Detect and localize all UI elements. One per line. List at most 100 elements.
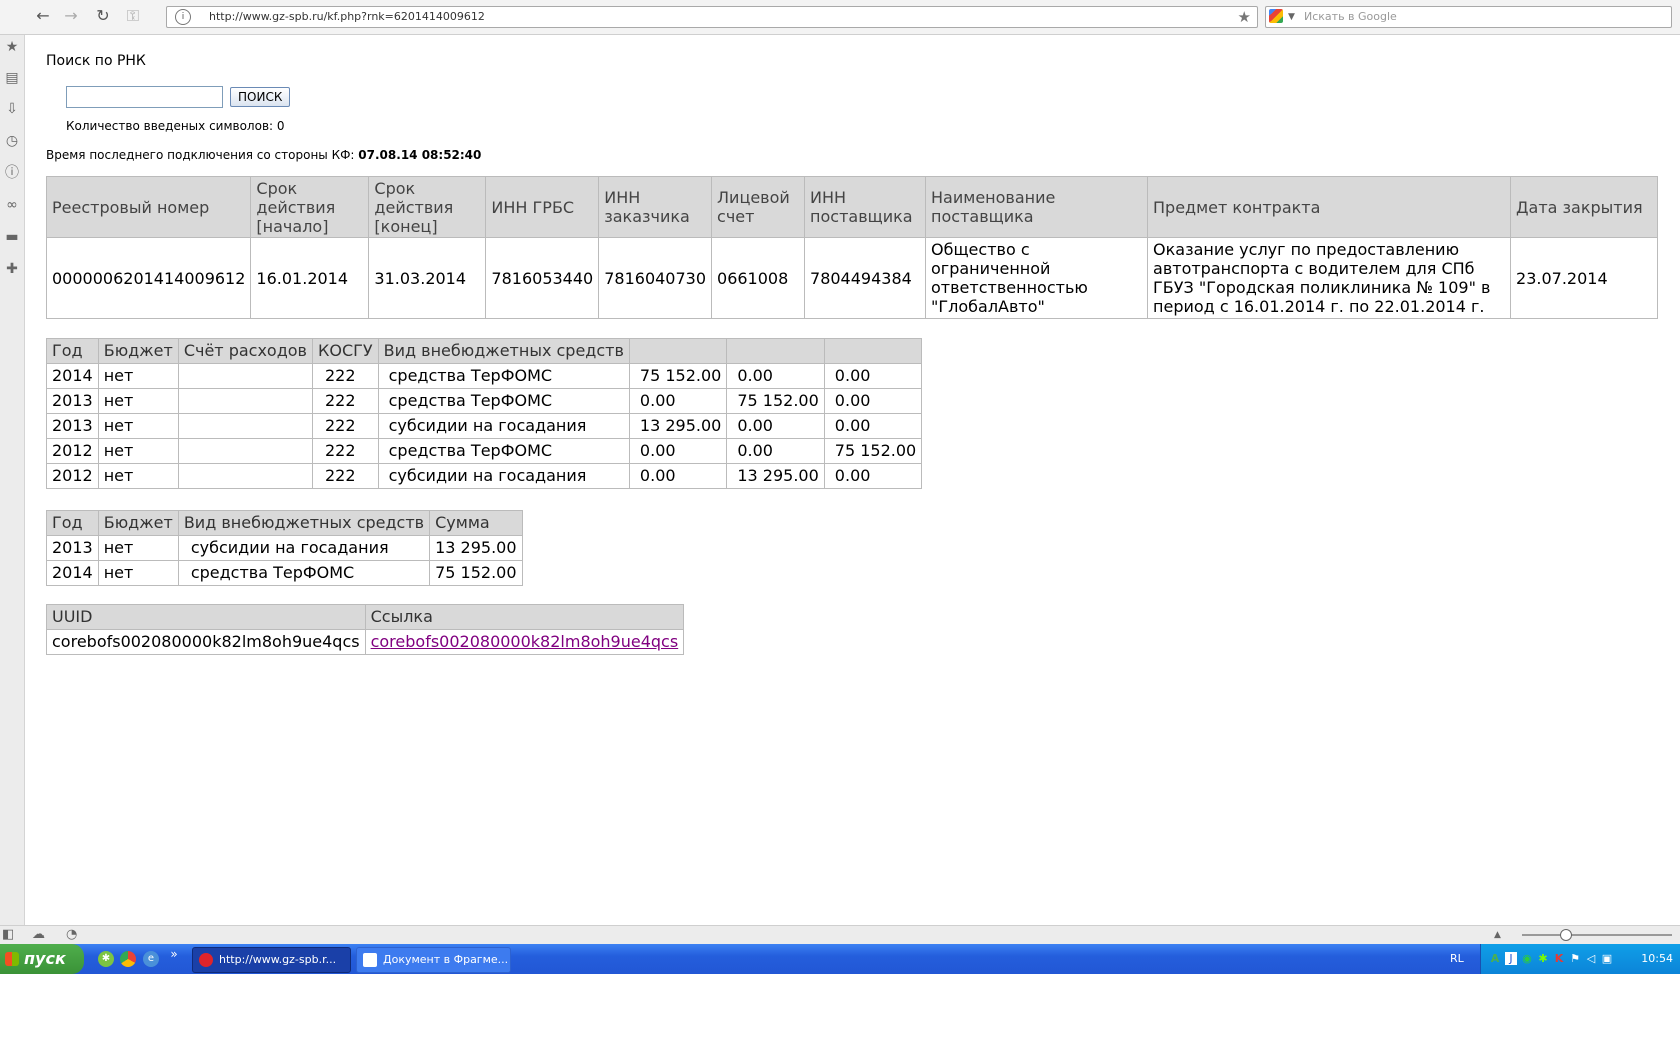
table-row: 2013 нет субсидии на госадания 13 295.00 (46, 535, 523, 561)
table-cell: нет (97, 535, 179, 561)
table-cell: 2012 (46, 463, 99, 489)
reload-icon[interactable]: ↻ (92, 6, 114, 26)
panel-icon[interactable]: ▬ (2, 227, 22, 247)
table-row: 2012 нет 222 субсидии на госадания 0.00 … (46, 463, 923, 489)
table-cell: Общество с ограниченной ответственностью… (925, 237, 1149, 319)
table-cell: 0.00 (628, 438, 728, 464)
page-content: Поиск по РНК ПОИСК Количество введеных с… (45, 35, 1666, 923)
bookmark-star-icon[interactable]: ★ (1238, 7, 1251, 27)
tray-flag-icon[interactable]: ⚑ (1569, 952, 1581, 965)
contract-table: Реестровый номер Срок действия [начало] … (45, 176, 1658, 319)
table-header: Предмет контракта (1147, 176, 1512, 238)
search-button[interactable]: ПОИСК (230, 87, 291, 107)
table-cell: 222 (311, 363, 379, 389)
gear-icon[interactable]: ✱ (98, 951, 114, 967)
tray-j-icon[interactable]: J (1505, 952, 1517, 965)
download-icon[interactable]: ⇩ (2, 99, 22, 119)
table-cell: нет (97, 438, 179, 464)
address-text[interactable]: http://www.gz-spb.ru/kf.php?rnk=62014140… (209, 7, 485, 27)
table-cell: 0.00 (823, 463, 923, 489)
history-icon[interactable]: ◷ (2, 131, 22, 151)
zoom-slider-handle[interactable] (1560, 929, 1572, 941)
search-bar[interactable]: ▼ Искать в Google (1265, 6, 1672, 28)
taskbar-button-document[interactable]: Документ в Фрагме... (356, 947, 511, 973)
task-label: http://www.gz-spb.r... (219, 953, 337, 966)
table-header: Срок действия [конец] (368, 176, 487, 238)
table-cell: 0.00 (726, 438, 825, 464)
cloud-icon[interactable]: ☁ (32, 927, 45, 943)
table-header-row: UUID Ссылка (46, 604, 685, 630)
chrome-icon[interactable] (120, 951, 136, 967)
speed-icon[interactable]: ◔ (66, 927, 77, 943)
google-icon (1269, 9, 1283, 23)
table-header: Год (46, 338, 99, 364)
uuid-value: corebofs002080000k82lm8oh9ue4qcs (46, 629, 366, 655)
table-header-row: Год Бюджет Счёт расходов КОСГУ Вид внебю… (46, 338, 923, 364)
clock[interactable]: 10:54 (1641, 944, 1673, 974)
task-label: Документ в Фрагме... (383, 953, 509, 966)
chevron-down-icon[interactable]: ▼ (1288, 7, 1295, 27)
table-cell: 0.00 (823, 388, 923, 414)
tray-circle-icon[interactable]: ◉ (1521, 952, 1533, 965)
table-cell: 16.01.2014 (250, 237, 370, 319)
ie-icon[interactable]: e (143, 951, 159, 967)
table-header: Вид внебюджетных средств (177, 510, 431, 536)
tray-k-icon[interactable]: K (1553, 952, 1565, 965)
browser-sidebar: ★ ▤ ⇩ ◷ ⓘ ∞ ▬ ✚ (0, 35, 25, 925)
char-count-label: Количество введеных символов: 0 (66, 119, 285, 133)
add-icon[interactable]: ✚ (2, 259, 22, 279)
rnk-search-input[interactable] (66, 86, 223, 108)
table-cell: 0.00 (726, 363, 825, 389)
system-tray: A J ◉ ✱ K ⚑ ◁ ▣ 10:54 (1480, 944, 1680, 974)
start-label: пуск (24, 949, 66, 968)
table-row: 0000006201414009612 16.01.2014 31.03.201… (45, 237, 1658, 319)
table-header: Реестровый номер (45, 176, 252, 238)
taskbar-button-browser[interactable]: http://www.gz-spb.r... (192, 947, 351, 973)
table-cell: 2013 (46, 535, 99, 561)
chevron-up-icon[interactable]: ▲ (1494, 927, 1501, 943)
search-placeholder[interactable]: Искать в Google (1304, 7, 1397, 27)
table-cell: 0.00 (628, 463, 728, 489)
uuid-link-cell: corebofs002080000k82lm8oh9ue4qcs (364, 629, 685, 655)
notes-icon[interactable]: ▤ (2, 68, 22, 88)
panel-toggle-icon[interactable]: ◧ (2, 927, 14, 943)
start-button[interactable]: пуск (0, 944, 84, 974)
key-icon[interactable]: ⚿ (122, 6, 144, 26)
table-cell: 23.07.2014 (1510, 237, 1658, 319)
table-header: Счёт расходов (177, 338, 313, 364)
link-icon[interactable]: ∞ (2, 195, 22, 215)
table-cell: 222 (311, 438, 379, 464)
zoom-slider[interactable] (1522, 934, 1672, 936)
table-cell: 0.00 (823, 363, 923, 389)
uuid-link[interactable]: corebofs002080000k82lm8oh9ue4qcs (371, 632, 679, 651)
table-header: Бюджет (97, 338, 179, 364)
table-header (823, 338, 923, 364)
table-cell: 7816040730 (598, 237, 713, 319)
table-header: ИНН ГРБС (485, 176, 600, 238)
table-cell: нет (97, 363, 179, 389)
last-connection-value: 07.08.14 08:52:40 (358, 148, 482, 162)
summary-table: Год Бюджет Вид внебюджетных средств Сумм… (46, 510, 523, 586)
table-header (726, 338, 825, 364)
last-connection-info: Время последнего подключения со стороны … (46, 148, 481, 162)
info-icon[interactable]: ⓘ (2, 163, 22, 183)
table-cell: 31.03.2014 (368, 237, 487, 319)
site-info-icon[interactable]: i (175, 9, 191, 25)
star-icon[interactable]: ★ (2, 37, 22, 57)
volume-icon[interactable]: ◁ (1585, 952, 1597, 965)
table-cell (177, 388, 313, 414)
forward-icon[interactable]: → (60, 6, 82, 26)
tray-a-icon[interactable]: A (1489, 952, 1501, 965)
browser-toolbar: ← → ↻ ⚿ i http://www.gz-spb.ru/kf.php?rn… (0, 0, 1680, 35)
table-header: Дата закрытия (1510, 176, 1658, 238)
finance-table: Год Бюджет Счёт расходов КОСГУ Вид внебю… (46, 338, 923, 489)
language-indicator[interactable]: RL (1450, 944, 1464, 974)
tray-monitor-icon[interactable]: ▣ (1601, 952, 1613, 965)
table-header: Вид внебюджетных средств (377, 338, 630, 364)
chevron-right-icon[interactable]: » (166, 946, 182, 962)
tray-gear-icon[interactable]: ✱ (1537, 952, 1549, 965)
uuid-table: UUID Ссылка corebofs002080000k82lm8oh9ue… (46, 604, 685, 655)
address-bar[interactable]: i http://www.gz-spb.ru/kf.php?rnk=620141… (166, 6, 1258, 28)
back-icon[interactable]: ← (32, 6, 54, 26)
table-cell: нет (97, 463, 179, 489)
